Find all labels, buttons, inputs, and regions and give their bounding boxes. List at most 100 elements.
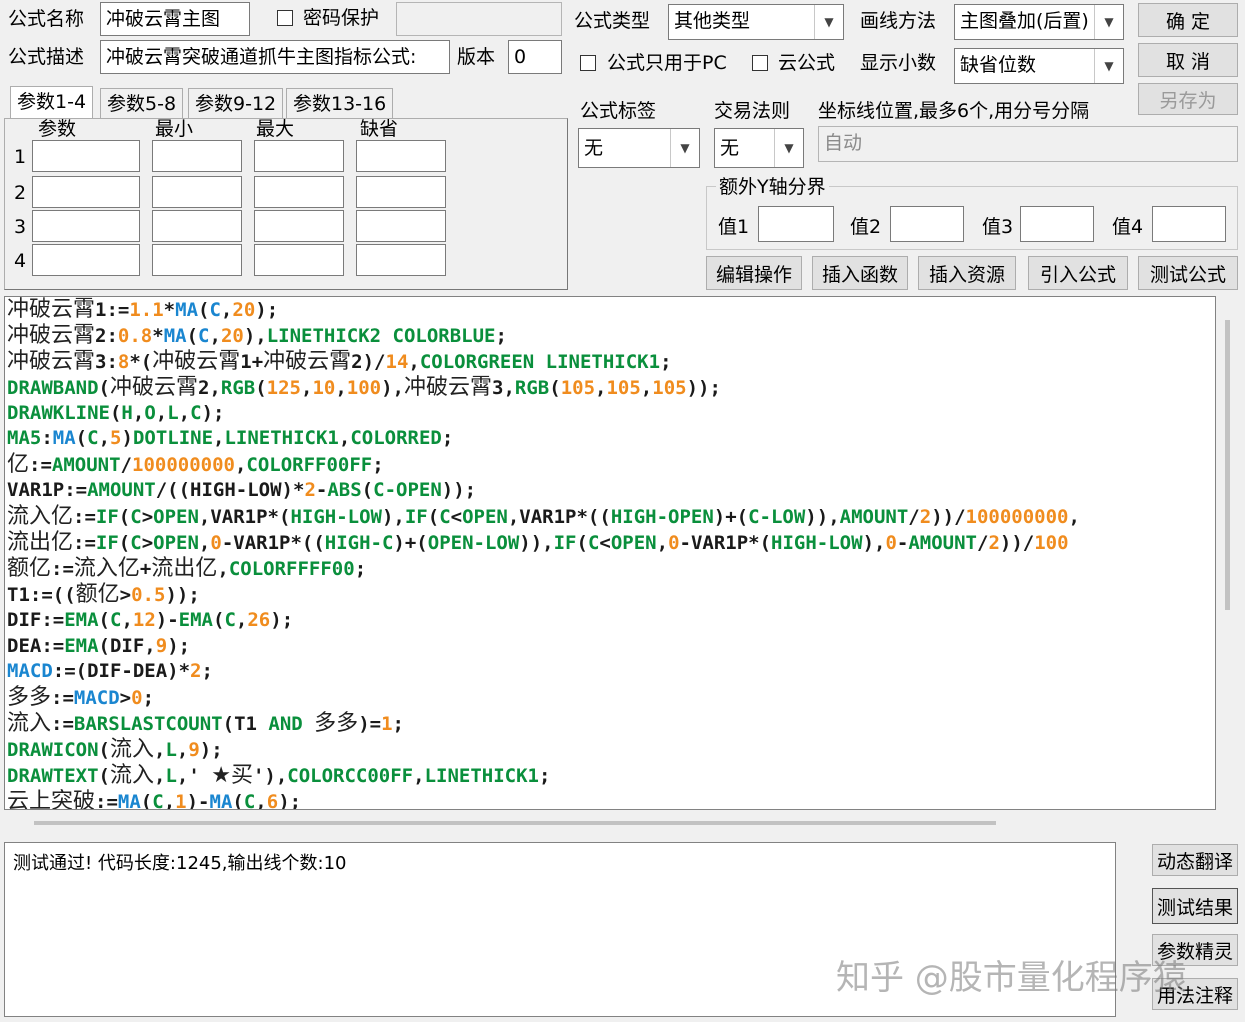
param-3-name-input[interactable]	[32, 210, 140, 242]
pc-only-checkbox[interactable]	[580, 55, 596, 71]
code-token: 流入	[109, 763, 154, 789]
code-token: C	[198, 324, 210, 347]
formula-type-dropdown[interactable]: 其他类型 ▼	[668, 4, 844, 40]
code-horizontal-scrollbar[interactable]	[4, 810, 1216, 836]
tab-params-1-4[interactable]: 参数1-4	[10, 86, 94, 119]
code-token: L	[165, 765, 177, 788]
code-token: 3:	[95, 350, 118, 373]
code-token: O	[144, 401, 156, 424]
code-token: -	[315, 479, 328, 502]
code-token: OPEN	[610, 532, 657, 555]
version-input[interactable]: 0	[508, 40, 562, 74]
code-token: AMOUNT	[839, 506, 909, 529]
formula-tag-dropdown[interactable]: 无 ▼	[578, 128, 700, 168]
code-editor[interactable]: 冲破云霄1:=1.1*MA(C,20); 冲破云霄2:0.8*MA(C,20),L…	[4, 296, 1216, 810]
code-token: -VAR1P*(	[679, 532, 772, 555]
param-3-min-input[interactable]	[152, 210, 242, 242]
test-result-button[interactable]: 测试结果	[1152, 888, 1238, 924]
param-2-default-input[interactable]	[356, 176, 446, 208]
value1-input[interactable]	[758, 206, 834, 242]
param-2-max-input[interactable]	[254, 176, 344, 208]
import-formula-button[interactable]: 引入公式	[1028, 256, 1128, 290]
code-token: );	[255, 299, 279, 321]
code-token: ));	[441, 479, 477, 502]
password-protect-checkbox[interactable]	[277, 10, 293, 26]
value4-label: 值4	[1112, 216, 1144, 238]
code-token: 流入	[7, 711, 52, 737]
param-3-default-input[interactable]	[356, 210, 446, 242]
code-token: >	[119, 583, 132, 606]
code-token: 2	[919, 506, 932, 529]
code-token: 冲破云霄	[7, 348, 96, 374]
password-input[interactable]	[396, 2, 562, 36]
formula-desc-input[interactable]: 冲破云霄突破通道抓牛主图指标公式:	[100, 40, 450, 74]
cancel-button[interactable]: 取 消	[1138, 43, 1238, 77]
code-token: (T1	[222, 713, 269, 736]
code-vertical-scrollbar[interactable]	[1216, 296, 1242, 810]
decimal-dropdown[interactable]: 缺省位数 ▼	[954, 48, 1124, 84]
test-formula-button[interactable]: 测试公式	[1138, 256, 1238, 290]
code-line: VAR1P:=AMOUNT/((HIGH-LOW)*2-ABS(C-OPEN))…	[5, 478, 1215, 504]
coord-lines-input[interactable]: 自动	[818, 126, 1238, 162]
code-token: C	[243, 790, 256, 810]
code-token: ,	[640, 376, 653, 399]
code-token: 额亿	[75, 581, 120, 607]
param-2-min-input[interactable]	[152, 176, 242, 208]
code-token: 1+	[240, 350, 264, 373]
code-token: ));	[686, 376, 721, 399]
param-1-max-input[interactable]	[254, 140, 344, 172]
dynamic-translate-button[interactable]: 动态翻译	[1152, 844, 1238, 876]
param-1-name-input[interactable]	[32, 140, 140, 172]
code-line: DRAWTEXT(流入,L,' ★买'),COLORCC00FF,LINETHI…	[5, 763, 1215, 789]
tab-params-5-8[interactable]: 参数5-8	[100, 88, 184, 119]
code-token: ,	[163, 790, 176, 810]
value1-label: 值1	[718, 216, 750, 238]
code-token: ,	[213, 427, 225, 450]
insert-function-button[interactable]: 插入函数	[812, 256, 908, 290]
ok-button[interactable]: 确 定	[1138, 3, 1238, 37]
tab-params-13-16[interactable]: 参数13-16	[286, 88, 394, 119]
param-2-name-input[interactable]	[32, 176, 140, 208]
param-1-min-input[interactable]	[152, 140, 242, 172]
param-4-default-input[interactable]	[356, 244, 446, 276]
code-token: )-	[155, 608, 179, 631]
code-token: 8	[117, 350, 130, 373]
scrollbar-thumb[interactable]	[1225, 320, 1230, 610]
param-4-min-input[interactable]	[152, 244, 242, 276]
code-line: 云上突破:=MA(C,1)-MA(C,6);	[5, 789, 1215, 810]
cloud-formula-checkbox[interactable]	[752, 55, 768, 71]
code-token: 2	[190, 660, 202, 683]
code-token: 2	[988, 532, 1000, 555]
code-token: );	[270, 608, 294, 631]
scrollbar-thumb[interactable]	[34, 821, 996, 825]
draw-method-dropdown[interactable]: 主图叠加(后置) ▼	[954, 4, 1124, 40]
code-token: *	[163, 299, 176, 321]
code-token: AMOUNT	[87, 479, 156, 502]
value4-input[interactable]	[1152, 206, 1226, 242]
code-token: ;	[201, 660, 213, 683]
trade-rule-dropdown[interactable]: 无 ▼	[714, 128, 804, 168]
code-token: 冲破云霄	[404, 374, 493, 400]
edit-operations-button[interactable]: 编辑操作	[706, 256, 802, 290]
value2-input[interactable]	[890, 206, 964, 242]
code-token: C	[109, 608, 122, 631]
chevron-down-icon: ▼	[814, 5, 843, 39]
code-token: C	[87, 427, 99, 450]
code-token: ABS	[327, 479, 362, 502]
code-token: 多多	[7, 685, 52, 711]
param-4-max-input[interactable]	[254, 244, 344, 276]
tab-params-9-12[interactable]: 参数9-12	[188, 88, 284, 119]
param-4-name-input[interactable]	[32, 244, 140, 276]
param-3-max-input[interactable]	[254, 210, 344, 242]
formula-name-input[interactable]: 冲破云霄主图	[100, 2, 250, 36]
value3-input[interactable]	[1020, 206, 1094, 242]
code-token: );	[278, 790, 302, 810]
insert-resource-button[interactable]: 插入资源	[918, 256, 1016, 290]
formula-name-label: 公式名称	[8, 8, 85, 30]
code-token: /	[977, 532, 989, 555]
code-token: -	[896, 532, 909, 555]
code-token: ,	[413, 765, 425, 788]
param-1-default-input[interactable]	[356, 140, 446, 172]
code-token: :=	[51, 687, 74, 710]
save-as-button[interactable]: 另存为	[1138, 83, 1238, 115]
